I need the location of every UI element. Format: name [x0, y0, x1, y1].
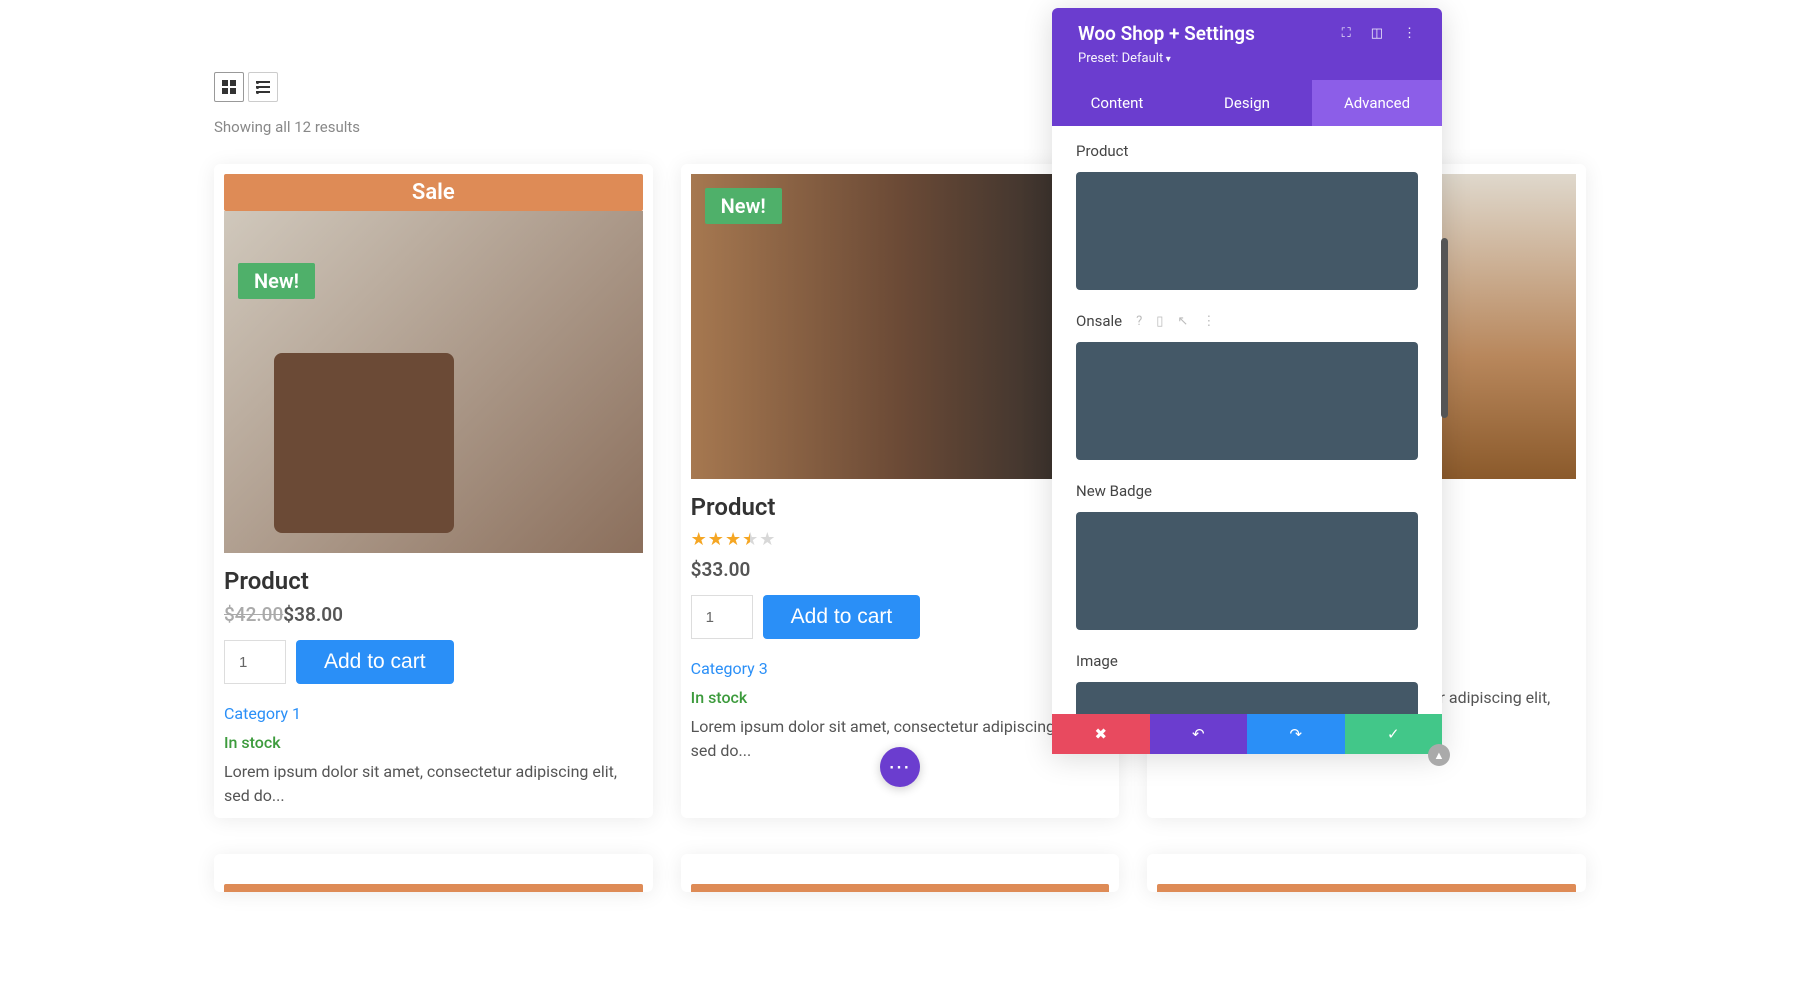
product-image[interactable]: New!	[691, 174, 1110, 479]
star-icon: ★	[759, 529, 775, 550]
new-badge: New!	[238, 263, 315, 299]
product-card[interactable]	[1147, 854, 1586, 892]
mobile-icon[interactable]: ▯	[1156, 314, 1163, 329]
quantity-input[interactable]	[691, 595, 753, 639]
check-icon: ✓	[1387, 725, 1400, 743]
sale-badge: Sale	[224, 174, 643, 211]
product-card[interactable]	[214, 854, 653, 892]
more-icon[interactable]: ⋮	[1202, 314, 1215, 329]
product-title[interactable]: Product	[224, 567, 643, 595]
product-description: Lorem ipsum dolor sit amet, consectetur …	[224, 760, 643, 808]
product-image[interactable]: New!	[224, 211, 643, 553]
panel-title: Woo Shop + Settings	[1078, 22, 1255, 45]
undo-icon: ↶	[1192, 725, 1205, 743]
product-title[interactable]: Product	[691, 493, 1110, 521]
settings-panel: Woo Shop + Settings ⛶ ◫ ⋮ Preset: Defaul…	[1052, 8, 1442, 754]
star-icon: ★	[725, 529, 741, 550]
ellipsis-icon: ⋯	[888, 755, 912, 780]
hover-icon[interactable]: ↖	[1177, 314, 1188, 329]
add-to-cart-button[interactable]: Add to cart	[763, 595, 921, 639]
section-label-onsale: Onsale ? ▯ ↖ ⋮	[1076, 312, 1418, 330]
panel-body[interactable]: Product Onsale ? ▯ ↖ ⋮ New Badge Image	[1052, 126, 1442, 714]
section-label-product: Product	[1076, 142, 1418, 160]
expand-icon[interactable]: ⛶	[1342, 26, 1351, 41]
list-icon	[256, 81, 270, 93]
product-price: $33.00	[691, 558, 1110, 581]
grid-icon	[222, 80, 236, 94]
stock-status: In stock	[224, 733, 643, 752]
undo-button[interactable]: ↶	[1150, 714, 1248, 754]
columns-icon[interactable]: ◫	[1371, 26, 1383, 41]
grid-view-button[interactable]	[214, 72, 244, 102]
category-link[interactable]: Category 1	[224, 704, 643, 723]
star-icon: ★	[691, 529, 707, 550]
redo-icon: ↷	[1289, 725, 1302, 743]
product-card[interactable]: Sale New! Product $42.00$38.00 Add to ca…	[214, 164, 653, 818]
panel-tabs: Content Design Advanced	[1052, 80, 1442, 126]
product-price: $42.00$38.00	[224, 603, 643, 626]
panel-footer: ✖ ↶ ↷ ✓	[1052, 714, 1442, 754]
help-icon[interactable]: ?	[1136, 314, 1142, 329]
section-label-new-badge: New Badge	[1076, 482, 1418, 500]
tab-design[interactable]: Design	[1182, 80, 1312, 126]
rating-stars: ★ ★ ★ ★ ★	[691, 529, 1110, 550]
old-price: $42.00	[224, 603, 283, 626]
quantity-input[interactable]	[224, 640, 286, 684]
close-button[interactable]: ✖	[1052, 714, 1150, 754]
tab-content[interactable]: Content	[1052, 80, 1182, 126]
chevron-up-icon: ▲	[1434, 749, 1445, 762]
category-link[interactable]: Category 3	[691, 659, 1110, 678]
panel-scrollbar[interactable]	[1441, 238, 1448, 418]
stock-status: In stock	[691, 688, 1110, 707]
code-editor-product[interactable]	[1076, 172, 1418, 290]
tab-advanced[interactable]: Advanced	[1312, 80, 1442, 126]
add-to-cart-button[interactable]: Add to cart	[296, 640, 454, 684]
code-editor-new-badge[interactable]	[1076, 512, 1418, 630]
redo-button[interactable]: ↷	[1247, 714, 1345, 754]
product-card[interactable]	[681, 854, 1120, 892]
panel-header[interactable]: Woo Shop + Settings ⛶ ◫ ⋮ Preset: Defaul…	[1052, 8, 1442, 80]
preset-dropdown[interactable]: Preset: Default	[1078, 51, 1416, 66]
save-button[interactable]: ✓	[1345, 714, 1443, 754]
section-label-image: Image	[1076, 652, 1418, 670]
star-icon: ★	[708, 529, 724, 550]
more-icon[interactable]: ⋮	[1403, 26, 1416, 41]
product-grid-row-2	[214, 854, 1586, 892]
close-icon: ✖	[1094, 725, 1107, 743]
more-actions-button[interactable]: ⋯	[880, 747, 920, 787]
code-editor-image[interactable]	[1076, 682, 1418, 714]
star-icon: ★	[742, 529, 758, 550]
scroll-to-top-button[interactable]: ▲	[1428, 744, 1450, 766]
list-view-button[interactable]	[248, 72, 278, 102]
new-badge: New!	[705, 188, 782, 224]
code-editor-onsale[interactable]	[1076, 342, 1418, 460]
